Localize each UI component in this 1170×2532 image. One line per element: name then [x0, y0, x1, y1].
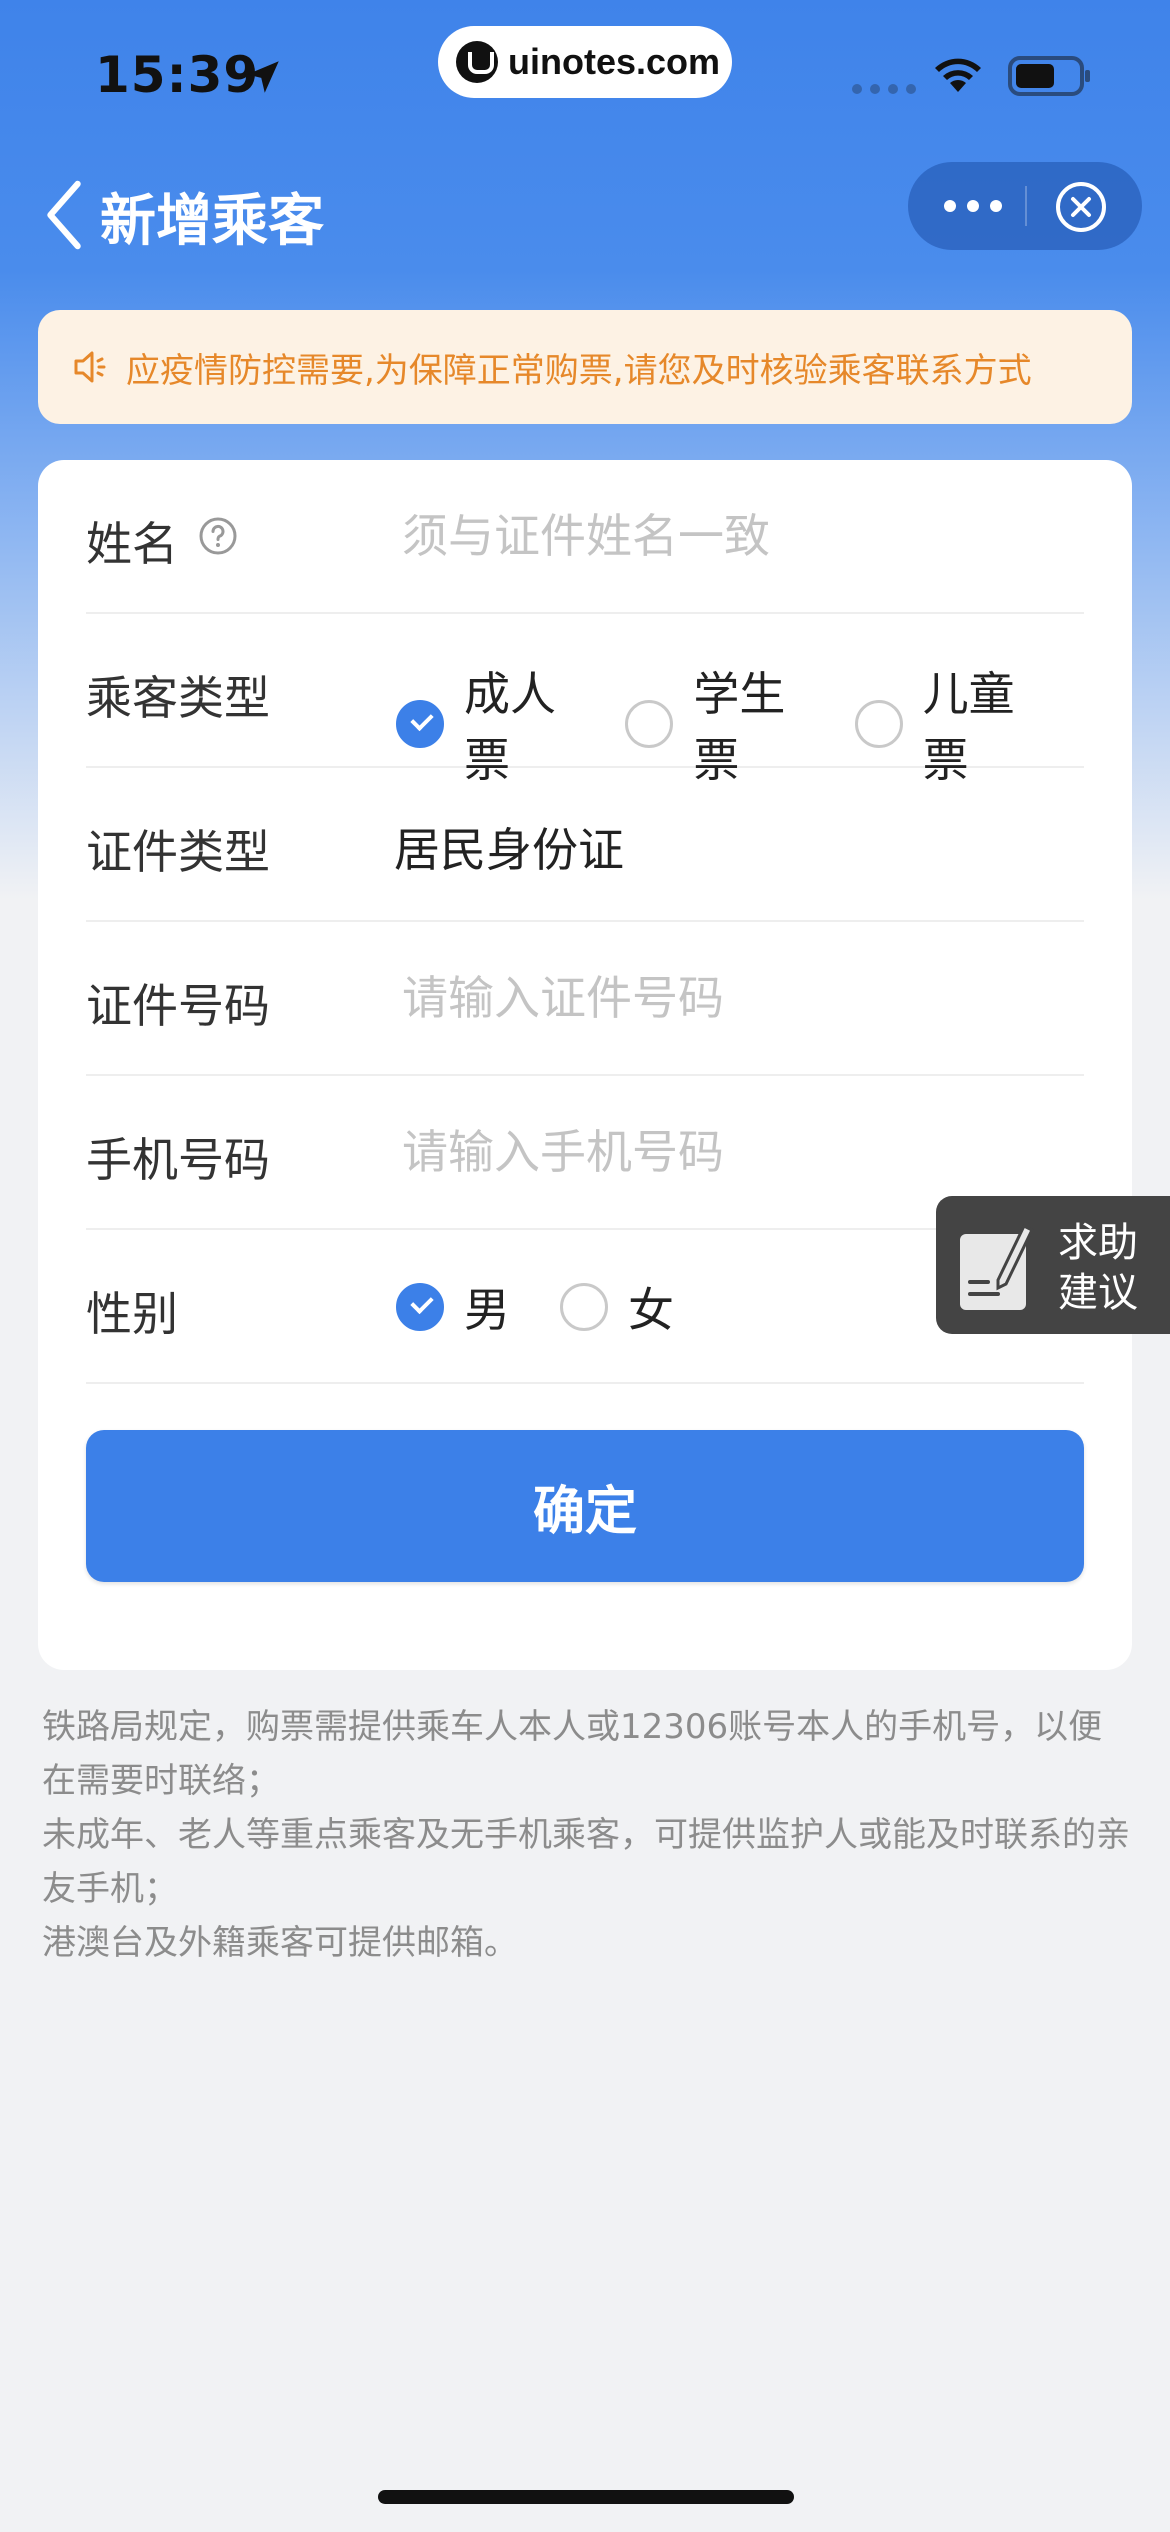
phone-label: 手机号码 [86, 1133, 270, 1187]
gender-options: 男 女 [396, 1274, 708, 1340]
id-type-row[interactable]: 证件类型 居民身份证 [86, 768, 1084, 922]
gender-female-option[interactable]: 女 [560, 1274, 674, 1340]
wifi-icon [935, 58, 981, 92]
rules-notes: 铁路局规定，购票需提供乘车人本人或12306账号本人的手机号，以便在需要时联络；… [42, 1700, 1132, 1970]
help-feedback-label: 求助 建议 [1058, 1218, 1168, 1318]
note-line: 未成年、老人等重点乘客及无手机乘客，可提供监护人或能及时联系的亲友手机； [42, 1815, 1130, 1909]
gender-male-option[interactable]: 男 [396, 1274, 510, 1340]
url-pill: uinotes.com [438, 26, 732, 98]
page-title: 新增乘客 [100, 189, 324, 254]
radio-checked-icon [396, 1283, 444, 1331]
close-circle-icon[interactable] [1054, 180, 1108, 234]
passenger-form-card: 姓名 乘客类型 成人票 学生票 儿童票 证件类型 居民身份证 [38, 460, 1132, 1670]
name-input[interactable] [402, 496, 1082, 576]
speaker-icon [74, 351, 106, 383]
back-chevron-icon[interactable] [44, 180, 84, 250]
cellular-signal-icon [852, 84, 916, 94]
status-time: 15:39 [95, 46, 260, 104]
phone-input[interactable] [402, 1112, 1082, 1192]
uinotes-logo-icon [456, 41, 498, 83]
radio-unchecked-icon [625, 700, 674, 748]
help-feedback-button[interactable]: 求助 建议 [936, 1196, 1170, 1334]
id-type-label: 证件类型 [86, 825, 270, 879]
id-number-label: 证件号码 [86, 979, 270, 1033]
passenger-type-label: 乘客类型 [86, 671, 270, 725]
confirm-button[interactable]: 确定 [86, 1430, 1084, 1582]
question-circle-icon[interactable] [198, 516, 238, 556]
battery-icon [1008, 56, 1090, 96]
id-number-row: 证件号码 [86, 922, 1084, 1076]
radio-unchecked-icon [854, 700, 903, 748]
navigation-bar: 新增乘客 [0, 150, 1170, 280]
notice-banner: 应疫情防控需要,为保障正常购票,请您及时核验乘客联系方式 [38, 310, 1132, 424]
radio-checked-icon [396, 700, 444, 748]
feedback-pen-icon [960, 1223, 1034, 1310]
name-row: 姓名 [86, 460, 1084, 614]
phone-row: 手机号码 [86, 1076, 1084, 1230]
miniprogram-capsule [908, 162, 1142, 250]
radio-label: 女 [628, 1283, 674, 1337]
name-label: 姓名 [86, 517, 178, 571]
status-bar: 15:39 uinotes.com [0, 0, 1170, 150]
id-number-input[interactable] [402, 958, 1082, 1038]
location-arrow-icon [247, 61, 279, 93]
id-type-value: 居民身份证 [394, 823, 624, 877]
gender-label: 性别 [86, 1287, 178, 1341]
radio-label: 男 [464, 1283, 510, 1337]
gender-row: 性别 男 女 [86, 1230, 1084, 1384]
note-line: 港澳台及外籍乘客可提供邮箱。 [42, 1923, 518, 1963]
help-label-line2: 建议 [1058, 1270, 1138, 1316]
passenger-type-row: 乘客类型 成人票 学生票 儿童票 [86, 614, 1084, 787]
url-pill-text: uinotes.com [508, 41, 721, 82]
help-label-line1: 求助 [1058, 1220, 1138, 1266]
capsule-divider [1025, 186, 1027, 226]
notice-text: 应疫情防控需要,为保障正常购票,请您及时核验乘客联系方式 [126, 350, 1032, 391]
note-line: 铁路局规定，购票需提供乘车人本人或12306账号本人的手机号，以便在需要时联络； [42, 1707, 1103, 1801]
more-dots-icon[interactable] [942, 198, 1004, 214]
radio-unchecked-icon [560, 1283, 608, 1331]
home-indicator[interactable] [378, 2490, 794, 2504]
